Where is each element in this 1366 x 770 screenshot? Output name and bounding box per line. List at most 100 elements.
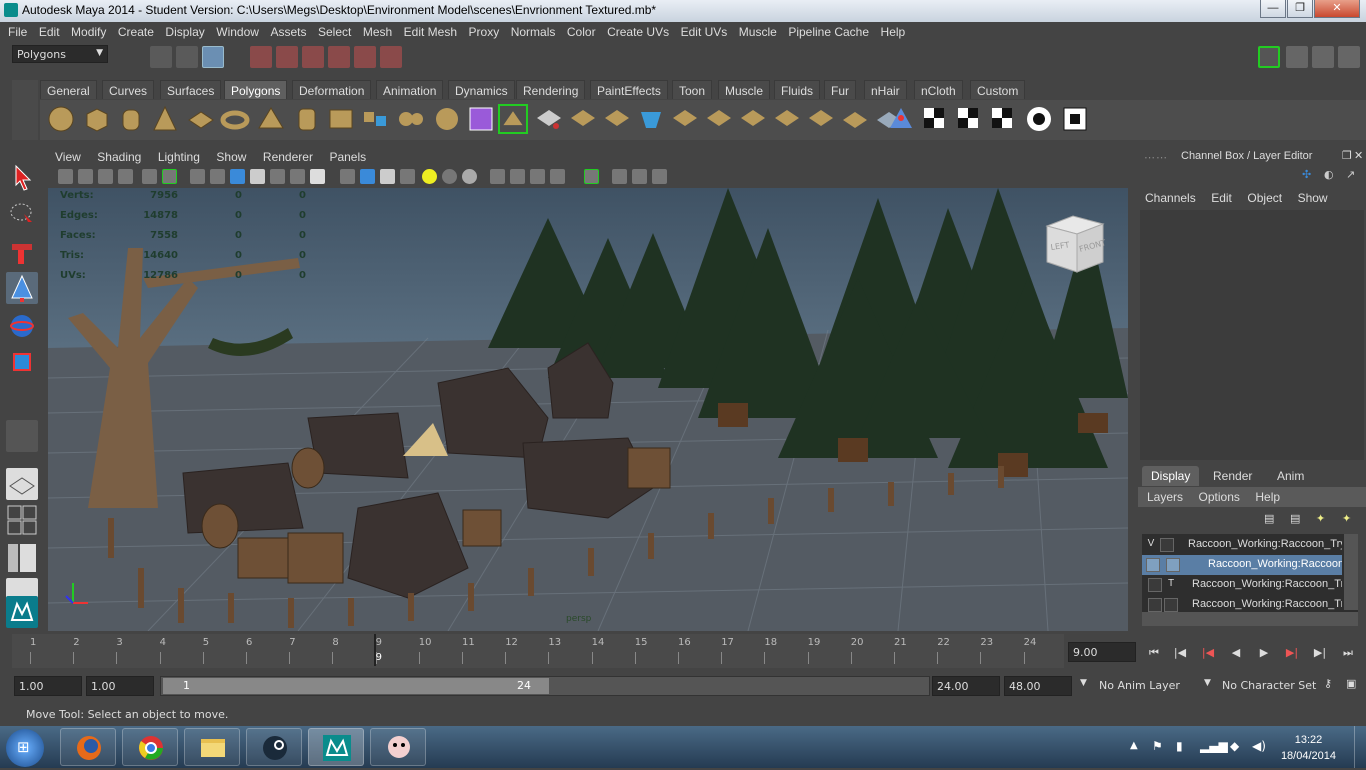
poly-cube-icon[interactable] bbox=[82, 104, 112, 134]
menu-select[interactable]: Select bbox=[314, 22, 355, 39]
poly-torus-icon[interactable] bbox=[220, 104, 250, 134]
panel-menu-lighting[interactable]: Lighting bbox=[151, 148, 206, 164]
toggle-channel-box-icon[interactable] bbox=[1258, 46, 1280, 68]
uv-checker-icon[interactable] bbox=[920, 104, 950, 134]
film-gate-icon[interactable] bbox=[162, 169, 177, 184]
wireframe-on-shaded-icon[interactable] bbox=[250, 169, 265, 184]
menu-pipeline-cache[interactable]: Pipeline Cache bbox=[784, 22, 873, 39]
taskbar-clock[interactable]: 13:22 18/04/2014 bbox=[1281, 732, 1336, 764]
append-polygon-icon[interactable] bbox=[568, 104, 598, 134]
outliner-layout-icon[interactable] bbox=[6, 542, 38, 574]
image-plane-icon[interactable] bbox=[118, 169, 133, 184]
playback-end-field[interactable]: 24.00 bbox=[932, 676, 1000, 696]
cb-menu-channels[interactable]: Channels bbox=[1138, 188, 1200, 205]
end-time-field[interactable]: 48.00 bbox=[1004, 676, 1072, 696]
panel-menu-shading[interactable]: Shading bbox=[90, 148, 147, 164]
split-polygon-icon[interactable] bbox=[602, 104, 632, 134]
menu-modify[interactable]: Modify bbox=[67, 22, 110, 39]
frame-selected-icon[interactable] bbox=[632, 169, 647, 184]
bevel-icon[interactable] bbox=[704, 104, 734, 134]
step-forward-key-icon[interactable]: ▶| bbox=[1312, 646, 1328, 660]
shelf-tab-animation[interactable]: Animation bbox=[376, 80, 444, 99]
anti-alias-icon[interactable] bbox=[530, 169, 545, 184]
layer-tab-anim[interactable]: Anim bbox=[1268, 466, 1313, 486]
shadows-icon[interactable] bbox=[442, 169, 457, 184]
layer-menu-options[interactable]: Options bbox=[1191, 487, 1244, 504]
layer-menu-help[interactable]: Help bbox=[1247, 487, 1284, 504]
shelf-tab-ncloth[interactable]: nCloth bbox=[914, 80, 963, 99]
shelf-tab-general[interactable]: General bbox=[40, 80, 97, 99]
textured-icon[interactable] bbox=[310, 169, 325, 184]
poly-sphere-icon[interactable] bbox=[46, 104, 76, 134]
tool-settings-icon[interactable] bbox=[1312, 46, 1334, 68]
select-hierarchy-icon[interactable] bbox=[150, 46, 172, 68]
isolate-select-icon[interactable] bbox=[490, 169, 505, 184]
go-to-start-icon[interactable]: ⏮ bbox=[1146, 646, 1162, 660]
blue-cube-icon[interactable] bbox=[360, 169, 375, 184]
action-center-flag-icon[interactable]: ⚑ bbox=[1152, 739, 1163, 753]
checker-icon[interactable] bbox=[400, 169, 415, 184]
close-panel-icon[interactable]: ✕ bbox=[1354, 149, 1363, 162]
time-slider[interactable]: 1 2 3 4 5 6 7 8 9 10 11 12 13 14 15 16 17 18 19 20 21 22 23 24 … bbox=[12, 634, 1064, 668]
motion-blur-icon[interactable] bbox=[510, 169, 525, 184]
menu-edit-uvs[interactable]: Edit UVs bbox=[677, 22, 732, 39]
panel-menu-renderer[interactable]: Renderer bbox=[256, 148, 319, 164]
menu-file[interactable]: File bbox=[0, 22, 31, 39]
menu-edit[interactable]: Edit bbox=[35, 22, 64, 39]
depth-of-field-icon[interactable] bbox=[550, 169, 565, 184]
show-desktop-button[interactable] bbox=[1354, 726, 1366, 768]
drag-handle-icon[interactable]: ⋯⋯ bbox=[1144, 151, 1168, 164]
separate-icon[interactable] bbox=[396, 104, 426, 134]
maximize-button[interactable]: ❐ bbox=[1287, 0, 1313, 18]
last-tool-slot[interactable] bbox=[6, 420, 38, 452]
close-button[interactable]: ✕ bbox=[1314, 0, 1360, 18]
manipulator-icon[interactable]: ✣ bbox=[1302, 168, 1311, 181]
play-forwards-icon[interactable]: ▶ bbox=[1256, 646, 1272, 660]
poly-helix-icon[interactable] bbox=[326, 104, 356, 134]
play-backwards-icon[interactable]: ◀ bbox=[1228, 646, 1244, 660]
layer-row[interactable]: V Raccoon_Working:Raccoon_Try bbox=[1142, 535, 1342, 555]
select-object-icon[interactable] bbox=[176, 46, 198, 68]
perspective-viewport[interactable]: Verts: 7956 0 0 Edges: 14878 0 0 Faces: … bbox=[48, 188, 1128, 631]
minimize-button[interactable]: — bbox=[1260, 0, 1286, 18]
shelf-tab-toon[interactable]: Toon bbox=[672, 80, 713, 99]
uv-layout-icon[interactable] bbox=[954, 104, 984, 134]
shelf-tab-dynamics[interactable]: Dynamics bbox=[448, 80, 515, 99]
uv-sew-icon[interactable] bbox=[1024, 104, 1054, 134]
shelf-tab-painteffects[interactable]: PaintEffects bbox=[590, 80, 668, 99]
new-layer-selected-icon[interactable]: ✦ bbox=[1342, 512, 1351, 525]
panel-menu-panels[interactable]: Panels bbox=[322, 148, 372, 164]
menu-assets[interactable]: Assets bbox=[266, 22, 310, 39]
prefs-icon[interactable]: ▣ bbox=[1346, 677, 1356, 690]
taskbar-firefox[interactable] bbox=[60, 728, 116, 766]
range-slider-track[interactable]: 1 24 bbox=[160, 676, 930, 696]
show-hidden-icons-icon[interactable]: ▲ bbox=[1130, 740, 1138, 751]
menu-help[interactable]: Help bbox=[877, 22, 910, 39]
anim-layer-value[interactable]: No Anim Layer bbox=[1099, 679, 1180, 692]
poly-pyramid-icon[interactable] bbox=[256, 104, 286, 134]
menu-normals[interactable]: Normals bbox=[507, 22, 560, 39]
grid-toggle-icon[interactable] bbox=[142, 169, 157, 184]
poly-cylinder-icon[interactable] bbox=[116, 104, 146, 134]
shelf-tab-deformation[interactable]: Deformation bbox=[292, 80, 372, 99]
lasso-tool-icon[interactable] bbox=[6, 198, 38, 230]
layer-stack-icon[interactable]: ▤ bbox=[1264, 512, 1274, 525]
menu-muscle[interactable]: Muscle bbox=[735, 22, 781, 39]
smooth-icon[interactable] bbox=[466, 104, 496, 134]
layer-tab-render[interactable]: Render bbox=[1204, 466, 1261, 486]
wireframe-icon[interactable] bbox=[190, 169, 205, 184]
layer-tab-display[interactable]: Display bbox=[1142, 466, 1200, 486]
extract-icon[interactable] bbox=[432, 104, 462, 134]
xray-joints-icon[interactable] bbox=[290, 169, 305, 184]
reduce-icon[interactable] bbox=[806, 104, 836, 134]
shelf-tab-polygons[interactable]: Polygons bbox=[224, 80, 288, 99]
cb-menu-show[interactable]: Show bbox=[1290, 188, 1332, 205]
layer-list-horizontal-scrollbar[interactable] bbox=[1142, 612, 1358, 626]
new-layer-icon[interactable]: ✦ bbox=[1316, 512, 1325, 525]
dropbox-icon[interactable]: ◆ bbox=[1230, 739, 1239, 753]
panel-menu-view[interactable]: View bbox=[48, 148, 87, 164]
default-material-icon[interactable] bbox=[230, 169, 245, 184]
step-back-key-icon[interactable]: |◀ bbox=[1172, 646, 1188, 660]
range-slider-handle[interactable]: 1 24 bbox=[163, 678, 549, 694]
layer-menu-layers[interactable]: Layers bbox=[1138, 487, 1187, 504]
